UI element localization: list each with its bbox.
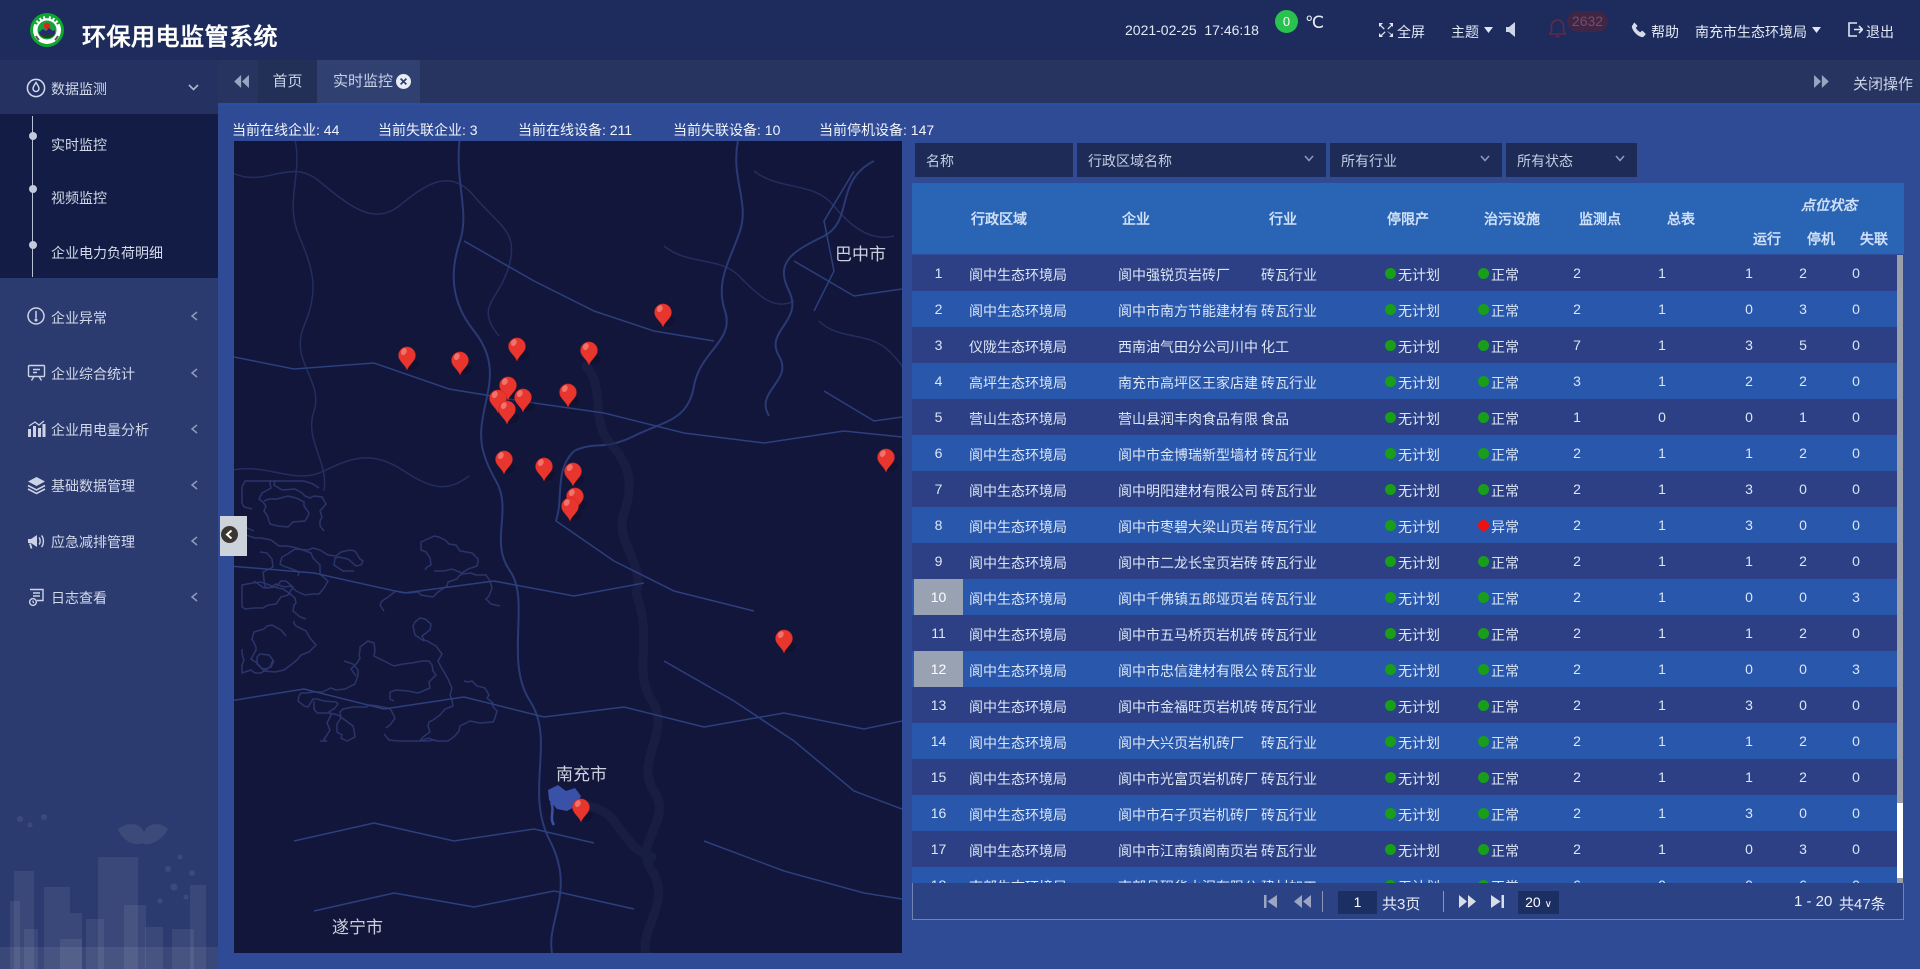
svg-text:巴中市: 巴中市 — [835, 245, 886, 264]
svg-text:南充市: 南充市 — [556, 765, 607, 784]
svg-text:遂宁市: 遂宁市 — [332, 918, 383, 937]
